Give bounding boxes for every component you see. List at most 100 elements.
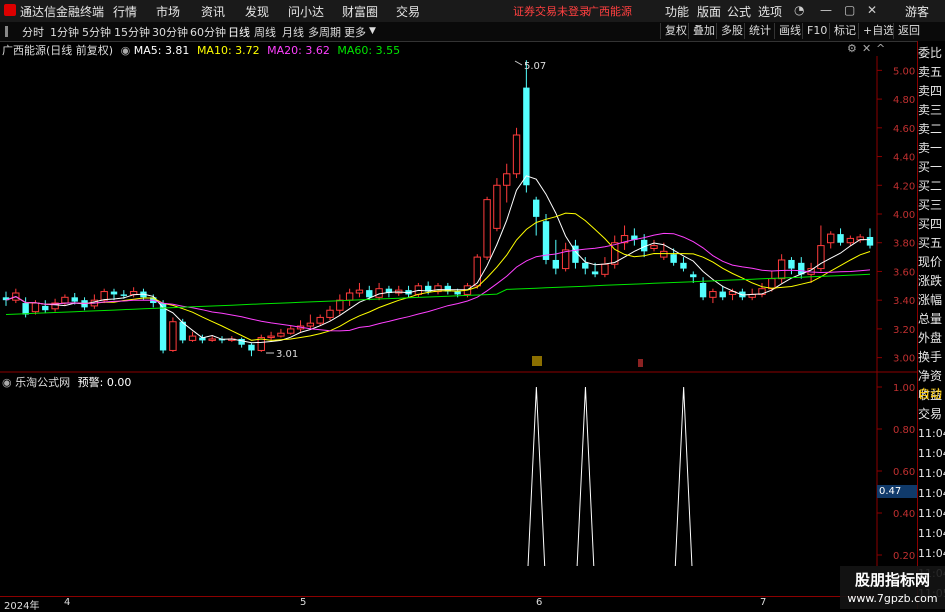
- candle-body-up: [601, 263, 609, 275]
- candle-body-up: [493, 184, 501, 229]
- chevron-down-icon[interactable]: ▼: [369, 26, 376, 36]
- restore-icon[interactable]: ▢: [844, 3, 855, 17]
- price-tick-label: 4.60: [893, 124, 915, 135]
- indicator-tick-label: 0.60: [893, 467, 915, 478]
- current-stock-name: 广西能源: [588, 5, 632, 18]
- indicator-tick-label: 0.20: [893, 551, 915, 562]
- candle-body-down: [542, 221, 550, 260]
- candle-body-down: [582, 262, 589, 269]
- price-tick-label: 3.60: [893, 267, 915, 278]
- service-icon[interactable]: ◔: [794, 3, 804, 17]
- time-entry: 11:04: [918, 427, 945, 440]
- candle-body-up: [188, 335, 197, 341]
- chart-settings-icon[interactable]: ⚙: [847, 42, 857, 55]
- period-5min[interactable]: 5分钟: [82, 24, 111, 40]
- menu-market[interactable]: 市场: [156, 3, 180, 20]
- event-marker-icon[interactable]: [532, 356, 542, 366]
- candle-body-down: [866, 236, 874, 246]
- period-toolbar: 分时 1分钟 5分钟 15分钟 30分钟 60分钟 日线 周线 月线 多周期 更…: [0, 22, 945, 42]
- right-panel-label: 涨跌: [918, 274, 943, 288]
- period-intraday[interactable]: 分时: [22, 24, 44, 40]
- candle-body-up: [129, 291, 138, 295]
- right-panel-label: 卖五: [918, 65, 943, 79]
- indicator-toggle-icon[interactable]: ◉: [2, 376, 12, 389]
- menu-formula[interactable]: 公式: [727, 3, 751, 20]
- menu-discover[interactable]: 发现: [245, 3, 269, 20]
- candle-body-down: [552, 259, 560, 269]
- candle-body-down: [788, 259, 795, 269]
- candle-body-down: [523, 87, 530, 186]
- candle-body-up: [768, 278, 776, 290]
- watermark-title: 股朋指标网: [854, 571, 930, 589]
- menu-wealth[interactable]: 财富圈: [342, 3, 378, 20]
- app-title: 通达信金融终端: [20, 5, 105, 19]
- low-annotation: 3.01: [266, 349, 298, 360]
- kline-chart[interactable]: 5.00 4.80 4.60 4.40 4.20 4.00 3.80 3.60 3.40 3.20…: [0, 56, 918, 566]
- right-panel-label: 买五: [918, 236, 943, 250]
- chart-collapse-icon[interactable]: ^: [876, 42, 885, 55]
- right-panel-label: 卖四: [918, 84, 943, 98]
- menu-ask[interactable]: 问小达: [288, 3, 324, 20]
- time-entry: 11:04: [918, 527, 945, 540]
- period-monthly[interactable]: 月线: [282, 24, 304, 40]
- chart-close-icon[interactable]: ✕: [862, 42, 871, 55]
- back-button[interactable]: 返回: [893, 23, 924, 39]
- auto-trade-toggle[interactable]: 自动: [918, 385, 945, 403]
- period-weekly[interactable]: 周线: [254, 24, 276, 40]
- time-entry: 11:04: [918, 487, 945, 500]
- minimize-icon[interactable]: —: [820, 3, 832, 17]
- menu-news[interactable]: 资讯: [201, 3, 225, 20]
- right-panel-label: 涨幅: [918, 293, 943, 307]
- price-tick-label: 4.80: [893, 95, 915, 106]
- price-tick-label: 3.00: [893, 354, 915, 365]
- period-multi[interactable]: 多周期: [308, 24, 341, 40]
- candle-body-down: [110, 291, 118, 295]
- period-more[interactable]: 更多: [344, 24, 366, 40]
- right-panel-label: 买一: [918, 160, 943, 174]
- high-annotation: 5.07: [514, 60, 546, 72]
- menu-layout[interactable]: 版面: [697, 3, 721, 20]
- candle-body-up: [709, 291, 717, 298]
- candle-body-down: [719, 291, 726, 298]
- candle-body-up: [660, 250, 668, 258]
- event-marker-icon[interactable]: [638, 359, 643, 367]
- guest-login[interactable]: 游客: [905, 3, 929, 20]
- watermark-url: www.7gpzb.com: [847, 592, 938, 605]
- statistics-button[interactable]: 统计: [744, 23, 775, 39]
- indicator-header: ◉ 乐淘公式网 预警: 0.00: [2, 374, 131, 390]
- period-15min[interactable]: 15分钟: [114, 24, 150, 40]
- indicator-tick-label: 0.80: [893, 425, 915, 436]
- alert-line: [527, 386, 693, 566]
- low-label: 3.01: [276, 349, 298, 360]
- candle-body-up: [306, 322, 315, 327]
- period-1min[interactable]: 1分钟: [50, 24, 79, 40]
- candle-body-up: [650, 245, 658, 249]
- candle-body-up: [512, 134, 521, 175]
- menu-function[interactable]: 功能: [665, 3, 689, 20]
- period-60min[interactable]: 60分钟: [190, 24, 226, 40]
- candle-body-up: [208, 338, 216, 341]
- candle-body-up: [287, 328, 295, 334]
- candle-body-up: [31, 302, 40, 313]
- time-entry[interactable]: 交易: [918, 405, 945, 423]
- candle-body-up: [777, 259, 786, 280]
- adjust-button[interactable]: 复权: [660, 23, 691, 39]
- mark-button[interactable]: 标记: [829, 23, 860, 39]
- period-daily[interactable]: 日线: [228, 24, 250, 40]
- menu-trade[interactable]: 交易: [396, 3, 420, 20]
- x-axis-month-7: 7: [760, 597, 767, 608]
- candle-body-up: [316, 316, 324, 324]
- f10-button[interactable]: F10: [802, 23, 831, 39]
- candle-body-down: [690, 274, 697, 278]
- period-30min[interactable]: 30分钟: [152, 24, 188, 40]
- menu-options[interactable]: 选项: [758, 3, 782, 20]
- close-icon[interactable]: ✕: [867, 3, 877, 17]
- trade-login-alert[interactable]: 证券交易未登录: [513, 3, 590, 19]
- menu-quotes[interactable]: 行情: [113, 3, 137, 20]
- draw-line-button[interactable]: 画线: [774, 23, 805, 39]
- multi-stock-button[interactable]: 多股: [716, 23, 747, 39]
- price-tick-label: 3.80: [893, 239, 915, 250]
- right-panel-label: 总量: [918, 312, 943, 326]
- overlay-button[interactable]: 叠加: [688, 23, 719, 39]
- candle-body-up: [473, 256, 481, 287]
